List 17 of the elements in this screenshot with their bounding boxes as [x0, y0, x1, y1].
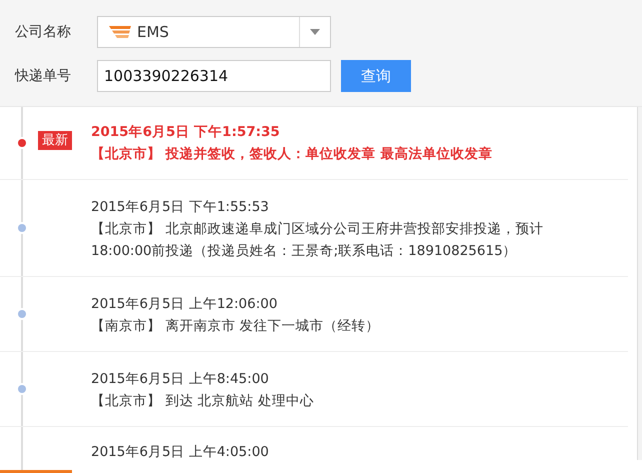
latest-badge: 最新: [38, 131, 72, 150]
event-description: 【北京市】 到达 北京航站 处理中心: [91, 392, 314, 411]
field-label: 公司名称: [15, 23, 72, 41]
event-time: 2015年6月5日 上午4:05:00: [91, 443, 269, 462]
tracking-number-field[interactable]: 1003390226314: [97, 60, 331, 92]
event-time: 2015年6月5日 上午8:45:00: [91, 370, 270, 389]
tab-indicator[interactable]: [0, 470, 72, 473]
event-description: 【南京市】 离开南京市 发往下一城市（经转）: [91, 317, 380, 336]
event-time: 2015年6月5日 上午12:06:00: [91, 295, 278, 314]
event-time: 2015年6月5日 下午1:57:35: [91, 123, 281, 142]
company-select[interactable]: EMS: [97, 16, 331, 48]
scrollbar[interactable]: [637, 107, 642, 460]
wings-icon: [109, 26, 131, 38]
event-description: 【北京市】 北京邮政速递阜成门区域分公司王府井营投部安排投递，预计18:00:00前投递（投递员姓名：王景奇;联系电话：18910825615）: [91, 220, 544, 261]
field-label: 快递单号: [15, 67, 72, 85]
event-description: 【北京市】 投递并签收，签收人：单位收发章 最高法单位收发章: [91, 145, 492, 164]
event-time: 2015年6月5日 下午1:55:53: [91, 198, 270, 217]
